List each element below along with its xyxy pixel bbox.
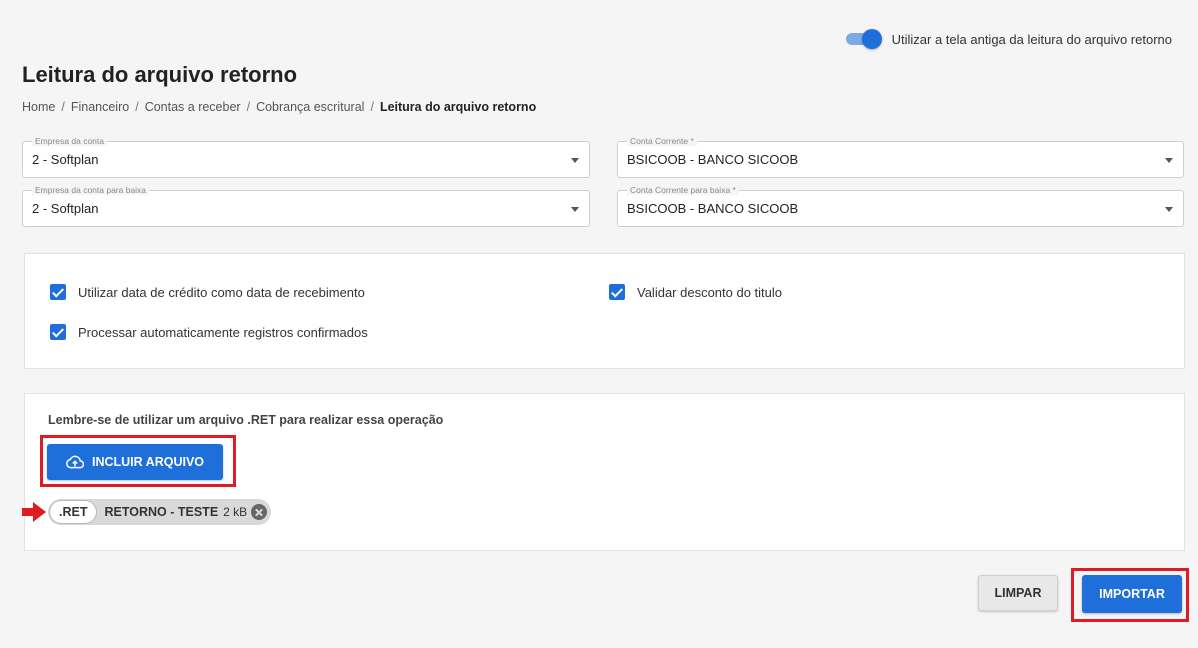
breadcrumb-current: Leitura do arquivo retorno bbox=[379, 100, 537, 114]
import-button[interactable]: IMPORTAR bbox=[1082, 575, 1182, 613]
include-file-button[interactable]: INCLUIR ARQUIVO bbox=[47, 444, 223, 480]
file-chip: .RET RETORNO - TESTE 2 kB bbox=[48, 499, 272, 525]
empresa-conta-label: Empresa da conta bbox=[32, 136, 107, 146]
data-credito-checkbox[interactable] bbox=[50, 284, 66, 300]
validar-desconto-option[interactable]: Validar desconto do titulo bbox=[609, 284, 782, 300]
chevron-down-icon bbox=[571, 207, 579, 212]
breadcrumb: Home / Financeiro / Contas a receber / C… bbox=[22, 100, 536, 114]
validar-desconto-label: Validar desconto do titulo bbox=[637, 284, 783, 300]
data-credito-option[interactable]: Utilizar data de crédito como data de re… bbox=[50, 284, 365, 300]
chevron-down-icon bbox=[571, 158, 579, 163]
chevron-down-icon bbox=[1165, 158, 1173, 163]
empresa-conta-baixa-label: Empresa da conta para baixa bbox=[32, 185, 150, 195]
breadcrumb-separator: / bbox=[370, 100, 374, 114]
cloud-upload-icon bbox=[66, 455, 84, 469]
include-file-label: INCLUIR ARQUIVO bbox=[91, 455, 205, 469]
empresa-conta-value: 2 - Softplan bbox=[32, 152, 99, 167]
legacy-screen-toggle-row: Utilizar a tela antiga da leitura do arq… bbox=[844, 29, 1172, 49]
empresa-conta-select[interactable]: Empresa da conta 2 - Softplan bbox=[22, 136, 590, 178]
upload-hint: Lembre-se de utilizar um arquivo .RET pa… bbox=[48, 413, 444, 427]
conta-corrente-value: BSICOOB - BANCO SICOOB bbox=[627, 152, 799, 167]
conta-corrente-select[interactable]: Conta Corrente * BSICOOB - BANCO SICOOB bbox=[617, 136, 1184, 178]
processar-auto-label: Processar automaticamente registros conf… bbox=[78, 324, 368, 340]
file-name: RETORNO - TESTE bbox=[104, 505, 219, 519]
conta-corrente-label: Conta Corrente * bbox=[627, 136, 697, 146]
page-title: Leitura do arquivo retorno bbox=[22, 62, 298, 87]
breadcrumb-financeiro[interactable]: Financeiro bbox=[71, 100, 129, 114]
breadcrumb-separator: / bbox=[246, 100, 251, 114]
processar-auto-option[interactable]: Processar automaticamente registros conf… bbox=[50, 324, 368, 340]
conta-corrente-baixa-select[interactable]: Conta Corrente para baixa * BSICOOB - BA… bbox=[617, 185, 1184, 227]
clear-button[interactable]: LIMPAR bbox=[978, 575, 1058, 611]
remove-file-icon[interactable] bbox=[251, 504, 268, 520]
breadcrumb-separator: / bbox=[135, 100, 139, 114]
toggle-knob bbox=[861, 29, 882, 49]
empresa-conta-baixa-select[interactable]: Empresa da conta para baixa 2 - Softplan bbox=[22, 185, 590, 227]
file-extension-badge: .RET bbox=[49, 500, 98, 524]
validar-desconto-checkbox[interactable] bbox=[609, 284, 625, 300]
chevron-down-icon bbox=[1165, 207, 1173, 212]
toggle-label: Utilizar a tela antiga da leitura do arq… bbox=[891, 31, 1172, 47]
legacy-screen-toggle[interactable] bbox=[844, 29, 882, 49]
empresa-conta-baixa-value: 2 - Softplan bbox=[32, 201, 99, 216]
options-panel: Utilizar data de crédito como data de re… bbox=[24, 253, 1185, 369]
conta-corrente-baixa-value: BSICOOB - BANCO SICOOB bbox=[627, 201, 799, 216]
data-credito-label: Utilizar data de crédito como data de re… bbox=[78, 284, 365, 300]
red-arrow-icon bbox=[22, 502, 46, 522]
processar-auto-checkbox[interactable] bbox=[50, 324, 66, 340]
file-size: 2 kB bbox=[223, 505, 248, 519]
breadcrumb-contas-receber[interactable]: Contas a receber bbox=[145, 100, 241, 114]
upload-panel: Lembre-se de utilizar um arquivo .RET pa… bbox=[24, 393, 1185, 551]
breadcrumb-cobranca-escritural[interactable]: Cobrança escritural bbox=[256, 100, 364, 114]
breadcrumb-separator: / bbox=[61, 100, 65, 114]
breadcrumb-home[interactable]: Home bbox=[22, 100, 55, 114]
conta-corrente-baixa-label: Conta Corrente para baixa * bbox=[627, 185, 739, 195]
